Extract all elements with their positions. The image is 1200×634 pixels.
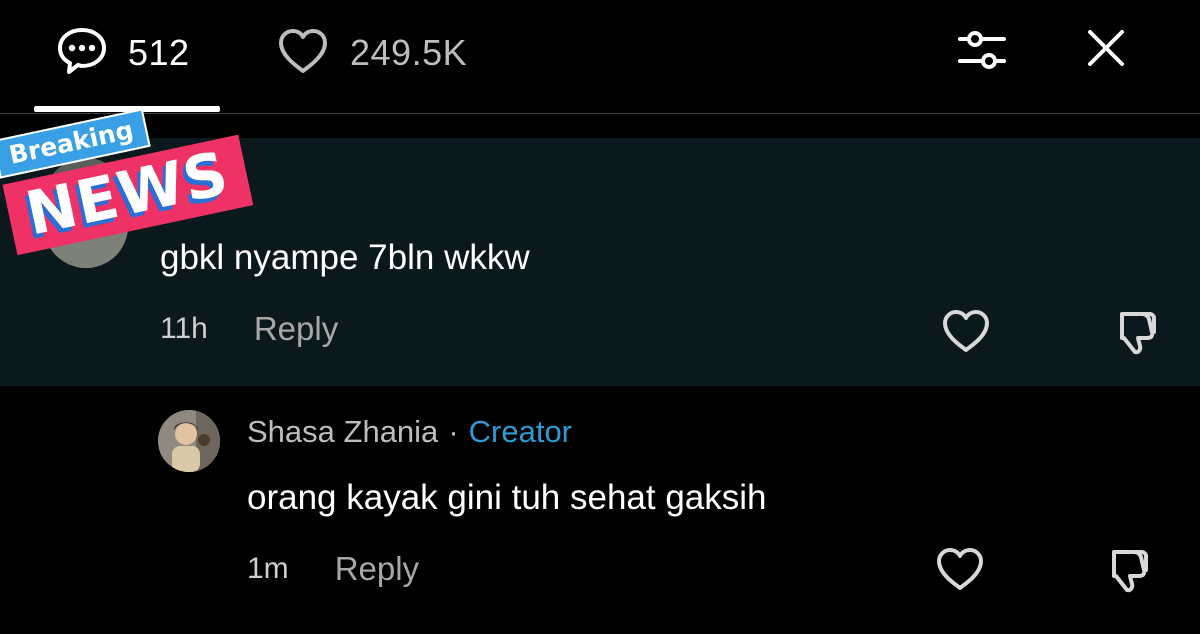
comments-header: 512 249.5K [0,0,1200,114]
comment-text: orang kayak gini tuh sehat gaksih [247,478,767,517]
filter-button[interactable] [952,26,1012,78]
comment-meta: 1m Reply [247,550,419,588]
tab-comments[interactable]: 512 [56,26,190,81]
separator-dot: · [448,414,459,449]
filter-sliders-icon [954,26,1010,79]
like-button[interactable] [940,308,992,359]
creator-badge: Creator [468,414,573,449]
reply-button[interactable]: Reply [335,550,419,588]
dislike-button[interactable] [1100,546,1150,599]
dislike-button[interactable] [1108,308,1158,361]
heart-icon [276,27,330,80]
author-name[interactable]: Shasa Zhania [247,414,438,450]
thumbs-down-icon [1108,312,1158,360]
like-button[interactable] [934,546,986,597]
close-icon [1086,28,1126,73]
likes-count: 249.5K [350,32,468,73]
heart-icon [940,310,992,358]
thumbs-down-icon [1100,550,1150,598]
comments-count: 512 [128,32,190,73]
tab-likes[interactable]: 249.5K [276,28,467,78]
reply-button[interactable]: Reply [254,310,338,348]
close-button[interactable] [1078,24,1134,76]
comment-time: 11h [160,312,208,345]
heart-icon [934,548,986,596]
comment-text: gbkl nyampe 7bln wkkw [160,238,530,277]
header-divider [0,113,1200,114]
comment-time: 1m [247,552,289,585]
avatar[interactable] [158,410,220,472]
comment-meta: 11h Reply [160,310,338,348]
comment-bubble-icon [56,26,108,81]
comment-author-line: Shasa Zhania · Creator [247,414,572,450]
